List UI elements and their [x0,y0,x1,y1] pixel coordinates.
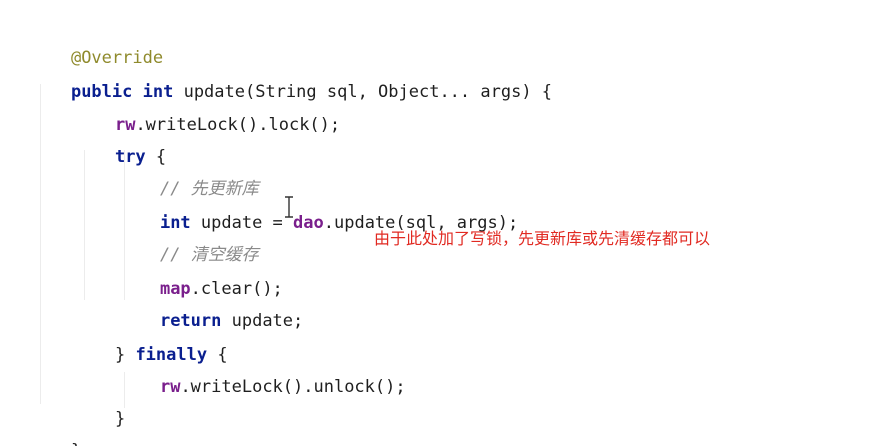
code-editor[interactable]: @Override public int update(String sql, … [0,0,875,446]
code-line-update: int update = dao.update(sql, args); [119,178,518,233]
code-line-comment-update-db: // 先更新库 [119,144,259,199]
annotation-note: 由于此处加了写锁，先更新库或先清缓存都可以 [374,229,711,248]
code-line-try: try { [74,112,166,167]
field-rw: rw [159,377,181,397]
closing-brace: } [114,409,126,429]
unlock-call: .writeLock().unlock(); [180,377,406,397]
code-line-return: return update; [119,276,303,331]
code-line-lock: rw.writeLock().lock(); [74,80,340,135]
code-line-finally: } finally { [74,310,228,365]
code-line-signature: public int update(String sql, Object... … [30,47,552,102]
text-cursor-icon [285,196,293,218]
field-dao: dao [293,213,324,233]
code-line-comment-clear-cache: // 清空缓存 [119,210,259,265]
closing-brace: } [71,441,81,446]
code-line-close-outer: } [30,406,81,446]
code-line-close-inner: } [74,374,125,429]
code-line-unlock: rw.writeLock().unlock(); [119,342,406,397]
return-value: update; [221,311,304,331]
code-line-annotation: @Override [30,13,163,68]
code-line-clear: map.clear(); [119,244,283,299]
